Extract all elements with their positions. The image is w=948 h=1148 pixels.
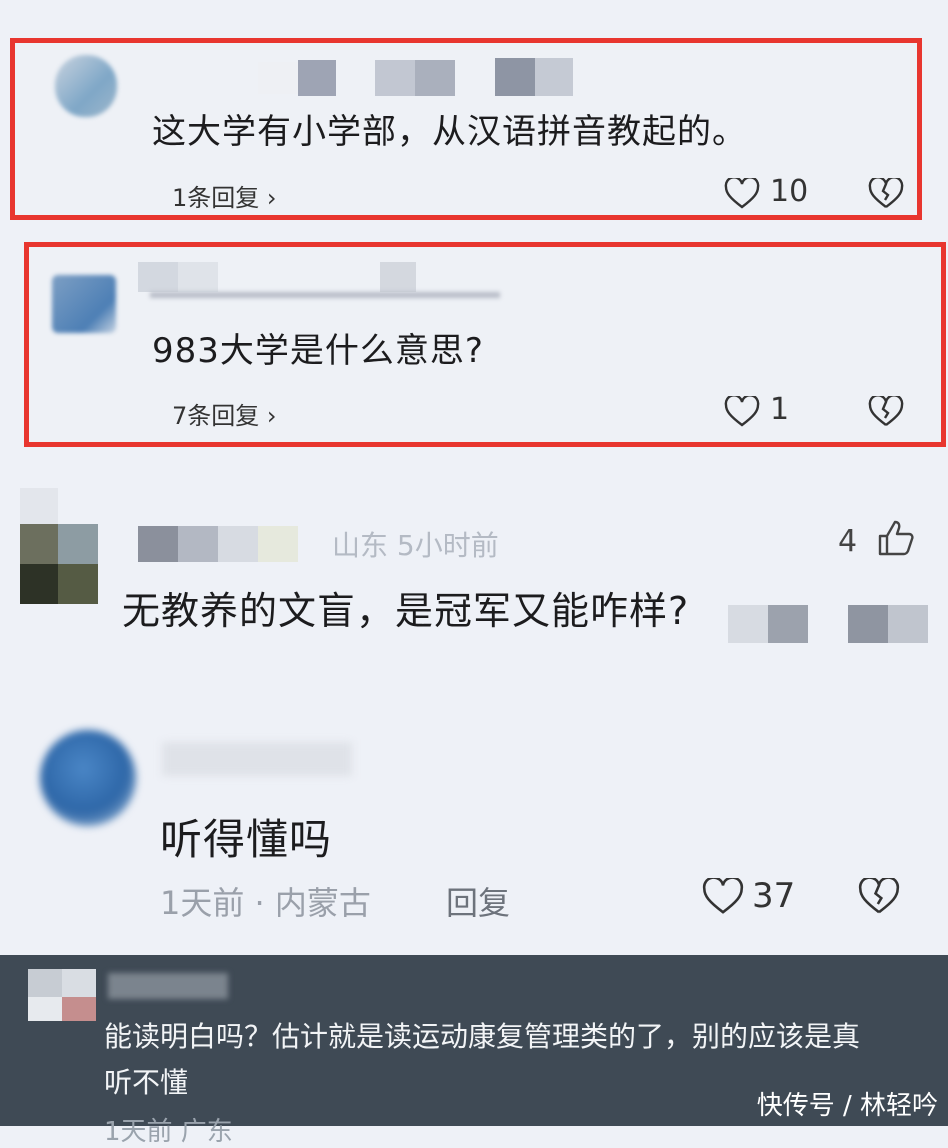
dislike-button[interactable]	[868, 176, 904, 210]
comment-meta: 1天前 · 内蒙古	[160, 884, 371, 922]
like-count: 10	[770, 174, 809, 209]
broken-heart-icon	[868, 176, 904, 208]
view-replies-link[interactable]: 7条回复 ›	[172, 396, 277, 431]
comment-text: 无教养的文盲，是冠军又能咋样?	[122, 589, 690, 633]
bottom-comment-panel: 能读明白吗？估计就是读运动康复管理类的了，别的应该是真 听不懂 1天前 广东 快…	[0, 955, 948, 1147]
comment-text-continued: 听不懂	[104, 1066, 189, 1099]
dislike-button[interactable]	[858, 876, 900, 916]
thumbs-up-button[interactable]	[876, 518, 916, 558]
like-count: 1	[770, 392, 790, 427]
reply-button[interactable]: 回复	[446, 878, 510, 924]
avatar[interactable]	[40, 730, 136, 826]
like-count: 4	[838, 524, 858, 559]
comment-text: 这大学有小学部，从汉语拼音教起的。	[152, 112, 747, 152]
username-blurred	[108, 973, 228, 999]
comment-meta: 山东 5小时前	[332, 529, 499, 562]
comment-meta: 1天前 广东	[104, 1117, 233, 1147]
comment-text: 听得懂吗	[160, 815, 333, 864]
username-blurred	[162, 742, 352, 776]
watermark: 快传号 / 林轻吟	[756, 1091, 938, 1121]
thumbs-up-icon	[878, 520, 914, 556]
avatar[interactable]	[52, 275, 116, 333]
heart-icon	[702, 876, 744, 914]
avatar[interactable]	[55, 55, 117, 117]
like-button[interactable]	[724, 394, 760, 428]
heart-icon	[724, 394, 760, 427]
comment-text: 983大学是什么意思?	[152, 331, 484, 371]
like-count: 37	[752, 876, 796, 916]
broken-heart-icon	[858, 876, 900, 914]
dislike-button[interactable]	[868, 394, 904, 428]
broken-heart-icon	[868, 394, 904, 426]
heart-icon	[724, 176, 760, 209]
comment-text: 能读明白吗？估计就是读运动康复管理类的了，别的应该是真	[104, 1020, 861, 1053]
like-button[interactable]	[702, 876, 744, 916]
view-replies-link[interactable]: 1条回复 ›	[172, 178, 277, 213]
like-button[interactable]	[724, 176, 760, 210]
